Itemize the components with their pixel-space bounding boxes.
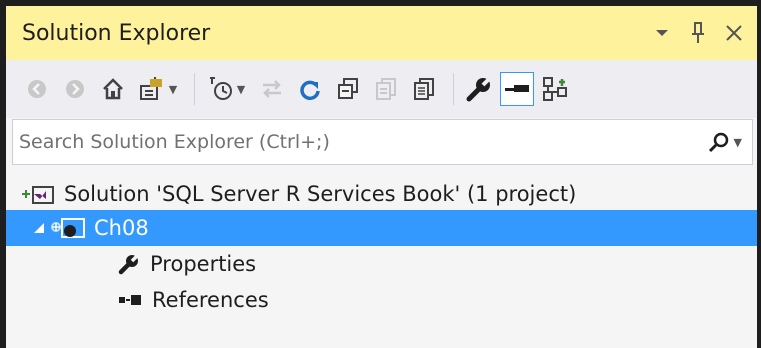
refresh-button[interactable] [293, 72, 327, 106]
references-icon [119, 295, 141, 305]
collapse-all-icon [338, 78, 358, 99]
tree-item-references[interactable]: References [6, 282, 757, 318]
search-icon [708, 132, 728, 153]
panel-title: Solution Explorer [22, 20, 211, 46]
preview-selected-items-icon [505, 85, 529, 92]
back-button[interactable] [20, 72, 54, 106]
pin-icon[interactable] [685, 20, 711, 46]
chevron-down-icon: ▼ [236, 82, 246, 96]
solution-tree: Solution 'SQL Server R Services Book' (1… [6, 166, 757, 348]
tree-item-label: Solution 'SQL Server R Services Book' (1… [64, 182, 577, 206]
forward-icon [66, 80, 84, 98]
expand-arrow-icon[interactable] [32, 221, 46, 235]
tree-item-solution[interactable]: Solution 'SQL Server R Services Book' (1… [6, 176, 757, 212]
search-options-button[interactable]: ▼ [708, 131, 742, 153]
show-all-files-icon [376, 78, 396, 100]
pending-changes-filter-button[interactable]: ▼ [203, 72, 251, 106]
switch-views-button[interactable]: ▼ [134, 72, 182, 106]
title-bar: Solution Explorer [6, 6, 757, 60]
dropdown-arrow-icon[interactable] [649, 20, 675, 46]
search-box: ▼ [12, 119, 753, 165]
chevron-down-icon: ▼ [168, 82, 178, 96]
close-icon[interactable] [721, 20, 747, 46]
sync-with-active-document-button[interactable] [255, 72, 289, 106]
show-all-files-button[interactable] [369, 72, 403, 106]
tree-item-properties[interactable]: Properties [6, 246, 757, 282]
sync-with-active-document-icon [263, 80, 281, 98]
switch-views-icon [139, 77, 162, 100]
pending-changes-filter-icon [209, 77, 232, 100]
chevron-down-icon: ▼ [733, 135, 742, 149]
view-code-icon [414, 78, 434, 100]
forward-button[interactable] [58, 72, 92, 106]
toolbar: ▼ ▼ [6, 60, 757, 118]
wrench-icon [466, 77, 491, 102]
back-icon [28, 80, 46, 98]
wrench-icon [118, 254, 139, 275]
properties-button[interactable] [462, 72, 496, 106]
class-view-icon [543, 77, 567, 101]
toolbar-separator [194, 73, 195, 105]
solution-icon [22, 186, 54, 204]
home-button[interactable] [96, 72, 130, 106]
class-view-button[interactable] [538, 72, 572, 106]
search-input[interactable] [13, 119, 708, 165]
tree-item-label: References [152, 288, 269, 312]
home-icon [103, 78, 123, 100]
view-code-button[interactable] [407, 72, 441, 106]
tree-item-label: Ch08 [94, 216, 149, 240]
project-icon [51, 218, 85, 238]
solution-explorer-panel: Solution Explorer ▼ ▼ Search Solution Ex… [0, 0, 761, 348]
preview-selected-items-button[interactable] [500, 72, 534, 106]
tree-item-label: Properties [150, 252, 257, 276]
collapse-all-button[interactable] [331, 72, 365, 106]
toolbar-separator [453, 73, 454, 105]
tree-item-project[interactable]: Ch08 [6, 210, 757, 246]
refresh-icon [300, 80, 320, 101]
